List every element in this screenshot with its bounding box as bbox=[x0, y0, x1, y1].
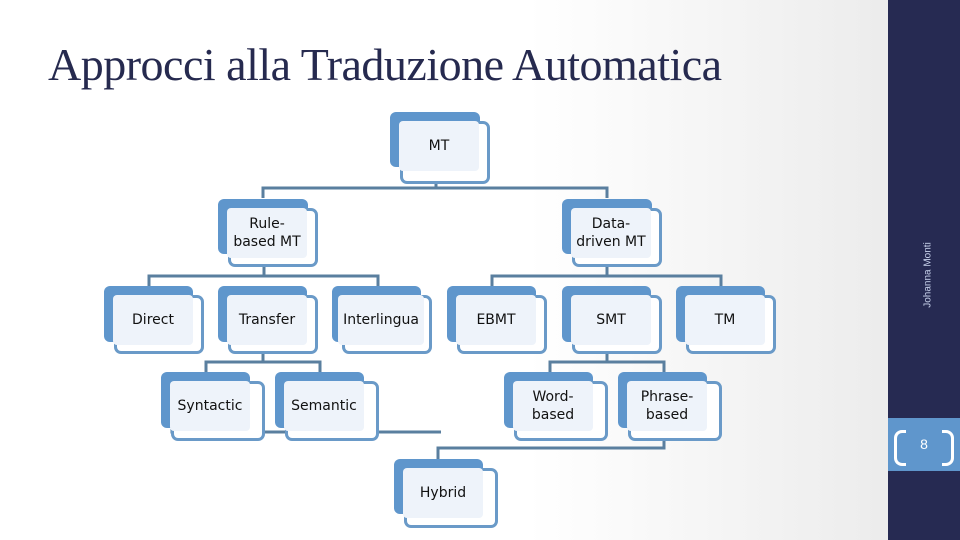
author-name: Johanna Monti bbox=[922, 242, 934, 308]
node-label: TM bbox=[685, 295, 765, 345]
node-label: Phrase- based bbox=[627, 381, 707, 431]
node-label: MT bbox=[399, 121, 479, 171]
node-label: Transfer bbox=[227, 295, 307, 345]
edge-rule-based-children bbox=[147, 274, 380, 286]
page-number-panel: 8 bbox=[888, 418, 960, 471]
node-label: Semantic bbox=[284, 381, 364, 431]
node-label: Syntactic bbox=[170, 381, 250, 431]
node-label: Direct bbox=[113, 295, 193, 345]
right-bracket-icon bbox=[942, 430, 954, 466]
node-label: Hybrid bbox=[403, 468, 483, 518]
node-label: Rule- based MT bbox=[227, 208, 307, 258]
edge-phrase-hybrid bbox=[436, 438, 666, 460]
node-label: EBMT bbox=[456, 295, 536, 345]
edge-smt-children bbox=[548, 360, 666, 372]
node-label: Interlingua bbox=[338, 295, 424, 345]
node-label: SMT bbox=[571, 295, 651, 345]
node-label: Word- based bbox=[513, 381, 593, 431]
edge-data-driven-children bbox=[490, 274, 723, 286]
edge-transfer-children bbox=[204, 360, 322, 372]
edge-mt-rule-based bbox=[261, 186, 609, 198]
node-label: Data- driven MT bbox=[571, 208, 651, 258]
